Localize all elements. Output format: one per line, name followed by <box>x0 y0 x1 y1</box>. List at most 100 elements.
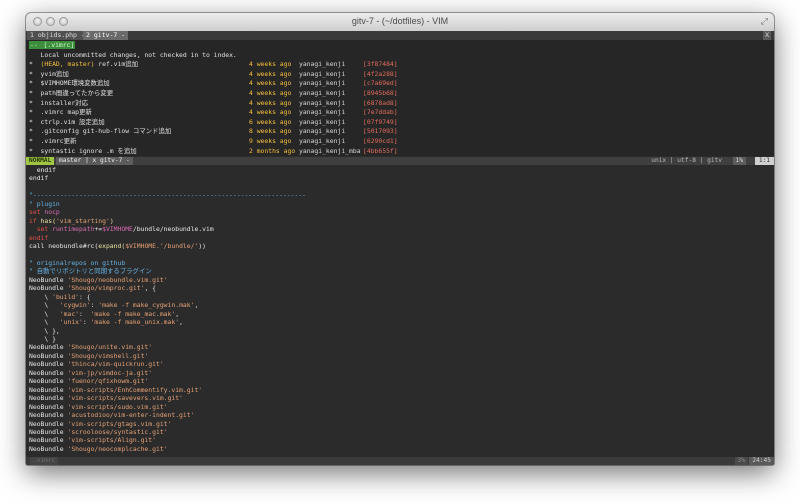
log-hash: [07f9749] <box>363 117 398 126</box>
log-message: path間違ってたから変更 <box>40 89 114 97</box>
file-name: .vimrc <box>30 457 59 465</box>
code-token: 'vim-scripts/savevers.vim.git' <box>67 394 183 403</box>
log-bullet: * <box>29 117 41 126</box>
log-message: ref.vim追加 <box>94 60 138 69</box>
statusline: NORMAL master | x gitv-7 - unix | utf-8 … <box>26 157 774 165</box>
code-token: \ <box>29 318 60 327</box>
log-hash: [4bb655f] <box>363 146 398 155</box>
code-line[interactable]: "---------------------------------------… <box>29 191 306 200</box>
code-token: NeoBundle <box>29 343 68 352</box>
code-token: , { <box>144 284 156 293</box>
code-token: 'make -f make_mac.mak' <box>90 309 176 318</box>
log-row[interactable]: * .vimrc map更新 4 weeks ago yanagi_kenji [7e… <box>29 108 459 117</box>
code-token: += <box>94 225 103 234</box>
log-date: 4 weeks ago <box>249 89 292 97</box>
log-message: .gitconfig git-hub-flow コマンド追加 <box>40 127 172 136</box>
log-date: 4 weeks ago <box>249 98 292 107</box>
log-row[interactable]: * .gitconfig git-hub-flow コマンド追加 8 weeks … <box>29 127 459 136</box>
log-date: 2 months ago <box>249 146 296 155</box>
log-message: installer対応 <box>40 98 88 107</box>
code-token: " 自動でリポジトリと同期するプラグイン <box>29 267 152 276</box>
gitv-log-pane[interactable]: -- [.vimrc] Local uncommitted changes, n… <box>26 40 774 156</box>
log-bullet: * <box>29 98 41 107</box>
log-date: 4 weeks ago <box>249 60 292 69</box>
code-token: endif <box>29 166 56 174</box>
log-ref: [.vimrc] <box>42 41 76 49</box>
log-message: .vimrc map更新 <box>40 108 92 117</box>
code-token: $VIMHOME <box>102 225 133 234</box>
log-author: yanagi_kenji <box>299 127 346 136</box>
code-token: 'vim-scripts/gtags.vim.git' <box>67 419 172 428</box>
code-line[interactable]: NeoBundle 'Shougo/neocomplcache.git' <box>29 445 168 454</box>
code-token: " plugin <box>29 199 60 208</box>
code-token: 'make -f make_unix.mak' <box>90 318 180 327</box>
log-author: yanagi_kenji_mba <box>299 146 361 155</box>
editor-pane[interactable]: endif endif "-----------------------------… <box>26 165 774 457</box>
log-row[interactable]: * installer対応 4 weeks ago yanagi_kenji [687… <box>29 99 459 108</box>
log-row[interactable]: * yvim追加 4 weeks ago yanagi_kenji [4f2a288] <box>29 70 459 79</box>
code-token: NeoBundle <box>29 284 68 293</box>
code-token: , <box>179 318 183 327</box>
log-date: 9 weeks ago <box>249 137 292 145</box>
code-token: /bundle/neobundle.vim <box>132 225 214 234</box>
code-token: has( <box>40 216 56 225</box>
log-author: yanagi_kenji <box>299 98 346 107</box>
code-token: 'vim-jp/vimdoc-ja.git' <box>67 368 153 377</box>
code-token: 'mac' <box>59 309 80 318</box>
code-token: if <box>29 216 41 225</box>
bottom-cursor-position: 24:45 <box>749 457 774 465</box>
log-row[interactable]: * ctrlp.vim 設定追加 6 weeks ago yanagi_kenji [… <box>29 118 459 127</box>
log-message: syntastic ignore .m を追加 <box>40 146 137 155</box>
log-row[interactable]: * (HEAD, master) ref.vim追加 4 weeks ago yan… <box>29 60 459 69</box>
tabline: 1 objids.php - 2 gitv-7 - X <box>26 31 774 40</box>
code-line[interactable]: call neobundle#rc(expand($VIMHOME.'/bund… <box>29 242 206 251</box>
code-token: NeoBundle <box>29 436 68 445</box>
log-row[interactable]: * syntastic ignore .m を追加 2 months ago yan… <box>29 147 459 156</box>
log-message: yvim追加 <box>40 69 69 78</box>
code-token: 'vim-scripts/sudo.vim.git' <box>67 402 168 411</box>
log-author: yanagi_kenji <box>299 60 346 69</box>
log-date: 4 weeks ago <box>249 69 292 78</box>
code-token: 'unix' <box>59 318 83 327</box>
code-token: 'vim-scripts/Align.git' <box>67 436 156 445</box>
mode-indicator: NORMAL <box>26 157 55 165</box>
code-token: NeoBundle <box>29 368 68 377</box>
branch-indicator: master | x gitv-7 - <box>56 157 133 165</box>
log-row[interactable]: Local uncommitted changes, not checked i… <box>29 51 459 60</box>
code-token: NeoBundle <box>29 360 68 369</box>
code-token: 'acustodioo/vim-enter-indent.git' <box>67 411 195 420</box>
log-row[interactable]: * .vimrc更新 9 weeks ago yanagi_kenji [6290cd… <box>29 137 459 146</box>
code-line[interactable]: set runtimepath+=$VIMHOME/bundle/neobund… <box>29 225 214 234</box>
bottom-scroll-percent: 3% <box>734 457 748 465</box>
log-row[interactable]: * $VIMHOME環境変数追加 4 weeks ago yanagi_kenji [… <box>29 79 459 88</box>
code-token: NeoBundle <box>29 275 68 284</box>
code-token: $VIMHOME.'/bundle/' <box>125 242 199 251</box>
code-token: NeoBundle <box>29 394 68 403</box>
log-hash: [c7a69ed] <box>363 79 398 88</box>
cursor-position: 1:1 <box>754 157 774 165</box>
titlebar: gitv-7 - (~/dotfiles) - VIM ⤢ <box>26 13 774 32</box>
code-token: ) <box>109 216 114 225</box>
log-author: yanagi_kenji <box>299 89 346 97</box>
fullscreen-icon[interactable]: ⤢ <box>761 16 768 27</box>
code-token: 'Shougo/vimproc.git' <box>67 284 145 293</box>
log-bullet: * <box>29 127 41 136</box>
log-row[interactable]: -- [.vimrc] <box>29 41 459 50</box>
close-tab-button[interactable]: X <box>763 31 771 40</box>
code-token: set <box>29 225 53 234</box>
log-bullet: -- <box>29 41 43 49</box>
code-token: NeoBundle <box>29 427 68 436</box>
code-token: \ <box>29 292 53 301</box>
log-hash: [8945b68] <box>363 89 398 97</box>
code-token: nocp <box>44 208 60 217</box>
code-token: 'Shougo/neobundle.vim.git' <box>67 275 168 284</box>
log-hash: [6290cd1] <box>363 137 398 145</box>
log-hash: [4f2a288] <box>363 69 398 78</box>
log-row[interactable]: * path間違ってたから変更 4 weeks ago yanagi_kenji [8… <box>29 89 459 98</box>
tab-objids[interactable]: 1 objids.php - <box>27 31 88 40</box>
code-line[interactable]: endif <box>29 174 48 183</box>
tab-gitv[interactable]: 2 gitv-7 - <box>83 31 129 40</box>
log-bullet: * <box>29 108 41 117</box>
file-info: unix | utf-8 | gitv <box>651 157 722 164</box>
code-token: 'Shougo/neocomplcache.git' <box>67 444 168 453</box>
